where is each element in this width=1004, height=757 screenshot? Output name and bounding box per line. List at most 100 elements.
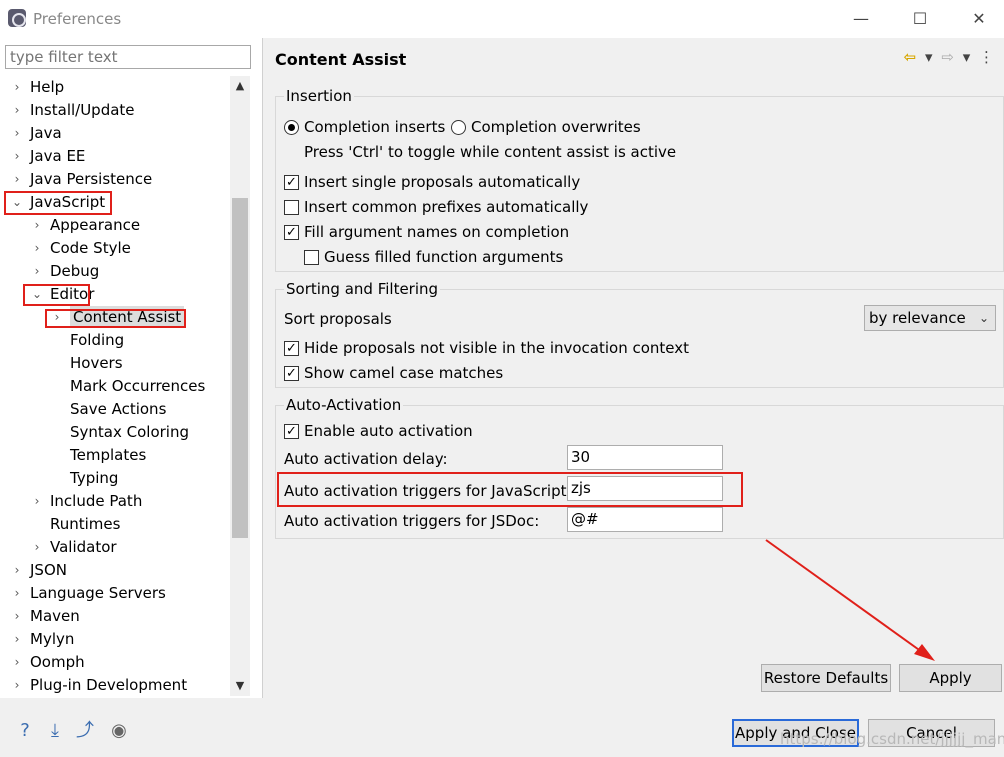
tree-item-mark-occurrences[interactable]: Mark Occurrences (0, 375, 230, 397)
chevron-right-icon[interactable]: › (10, 145, 24, 167)
window-title: Preferences (33, 10, 122, 28)
tree-item-hovers[interactable]: Hovers (0, 352, 230, 374)
checkbox-checked-icon[interactable] (284, 422, 299, 442)
tree-item-label: JSON (30, 561, 67, 579)
guess-args-checkbox[interactable]: Guess filled function arguments (304, 247, 563, 267)
tree-item-mylyn[interactable]: › Mylyn (0, 628, 230, 650)
scroll-down-icon[interactable]: ▼ (230, 676, 250, 696)
chevron-right-icon[interactable]: › (10, 122, 24, 144)
sort-proposals-value: by relevance (869, 309, 966, 327)
chevron-right-icon[interactable]: › (10, 559, 24, 581)
insert-common-checkbox[interactable]: Insert common prefixes automatically (284, 197, 588, 217)
chevron-right-icon[interactable]: › (10, 168, 24, 190)
completion-overwrites-label: Completion overwrites (471, 118, 641, 136)
insert-common-label: Insert common prefixes automatically (304, 198, 589, 216)
completion-inserts-radio[interactable]: Completion inserts (284, 117, 445, 137)
title-bar: Preferences — ☐ ✕ (0, 0, 1004, 38)
checkbox-unchecked-icon[interactable] (284, 200, 299, 215)
back-arrow-icon[interactable]: ⇦ (904, 48, 917, 66)
help-icon[interactable]: ? (14, 720, 36, 742)
scrollbar-thumb[interactable] (232, 198, 248, 538)
tree-item-folding[interactable]: Folding (0, 329, 230, 351)
chevron-right-icon[interactable]: › (10, 99, 24, 121)
delay-label: Auto activation delay: (284, 450, 448, 468)
tree-item-help[interactable]: › Help (0, 76, 230, 98)
jsdoc-triggers-field[interactable]: @# (567, 507, 723, 532)
tree-item-typing[interactable]: Typing (0, 467, 230, 489)
checkbox-unchecked-icon[interactable] (304, 250, 319, 265)
fill-args-label: Fill argument names on completion (304, 223, 570, 241)
chevron-right-icon[interactable]: › (30, 237, 44, 259)
chevron-right-icon[interactable]: › (10, 651, 24, 673)
more-options-icon[interactable]: ⋮ (979, 48, 994, 66)
chevron-right-icon[interactable]: › (10, 605, 24, 627)
chevron-right-icon[interactable]: › (30, 260, 44, 282)
tree-item-code-style[interactable]: › Code Style (0, 237, 230, 259)
chevron-right-icon[interactable]: › (30, 490, 44, 512)
record-icon[interactable]: ◉ (108, 720, 130, 742)
insert-single-checkbox[interactable]: Insert single proposals automatically (284, 172, 580, 193)
export-icon[interactable]: ⤴ (74, 720, 96, 742)
delay-field[interactable]: 30 (567, 445, 723, 470)
tree-item-debug[interactable]: › Debug (0, 260, 230, 282)
tree-item-runtimes[interactable]: Runtimes (0, 513, 230, 535)
tree-item-json[interactable]: › JSON (0, 559, 230, 581)
tree-item-include-path[interactable]: › Include Path (0, 490, 230, 512)
maximize-button[interactable]: ☐ (897, 5, 943, 33)
chevron-right-icon[interactable]: › (10, 76, 24, 98)
radio-unselected-icon[interactable] (451, 120, 466, 135)
tree-item-plug-in-development[interactable]: › Plug-in Development (0, 674, 230, 696)
hide-not-visible-label: Hide proposals not visible in the invoca… (304, 339, 690, 357)
apply-button[interactable]: Apply (899, 664, 1002, 692)
tree-scrollbar[interactable]: ▲ ▼ (230, 76, 250, 696)
tree-item-syntax-coloring[interactable]: Syntax Coloring (0, 421, 230, 443)
camel-case-checkbox[interactable]: Show camel case matches (284, 363, 503, 384)
chevron-down-icon: ⌄ (978, 311, 989, 325)
checkbox-checked-icon[interactable] (284, 173, 299, 193)
chevron-right-icon[interactable]: › (10, 582, 24, 604)
forward-arrow-icon[interactable]: ⇨ (941, 48, 954, 66)
forward-menu-icon[interactable]: ▾ (963, 48, 971, 66)
tree-item-java-ee[interactable]: › Java EE (0, 145, 230, 167)
tree-item-oomph[interactable]: › Oomph (0, 651, 230, 673)
fill-args-checkbox[interactable]: Fill argument names on completion (284, 222, 570, 243)
tree-item-language-servers[interactable]: › Language Servers (0, 582, 230, 604)
restore-defaults-button[interactable]: Restore Defaults (761, 664, 891, 692)
pane-divider[interactable] (262, 38, 263, 698)
back-menu-icon[interactable]: ▾ (925, 48, 933, 66)
tree-item-java-persistence[interactable]: › Java Persistence (0, 168, 230, 190)
chevron-right-icon[interactable]: › (10, 674, 24, 696)
completion-overwrites-radio[interactable]: Completion overwrites (451, 117, 641, 137)
close-button[interactable]: ✕ (956, 5, 1002, 33)
tree-item-label: Code Style (50, 239, 131, 257)
tree-item-maven[interactable]: › Maven (0, 605, 230, 627)
checkbox-checked-icon[interactable] (284, 339, 299, 359)
sort-proposals-select[interactable]: by relevance ⌄ (864, 305, 996, 331)
tree-item-java[interactable]: › Java (0, 122, 230, 144)
tree-item-label: Oomph (30, 653, 85, 671)
tree-item-label: Appearance (50, 216, 141, 234)
tree-item-appearance[interactable]: › Appearance (0, 214, 230, 236)
scroll-up-icon[interactable]: ▲ (230, 76, 250, 96)
tree-item-label: Syntax Coloring (70, 423, 189, 441)
minimize-button[interactable]: — (838, 5, 884, 33)
chevron-right-icon[interactable]: › (10, 628, 24, 650)
tree-item-validator[interactable]: › Validator (0, 536, 230, 558)
tree-item-save-actions[interactable]: Save Actions (0, 398, 230, 420)
hide-not-visible-checkbox[interactable]: Hide proposals not visible in the invoca… (284, 338, 690, 359)
filter-input[interactable] (5, 45, 251, 69)
checkbox-checked-icon[interactable] (284, 364, 299, 384)
tree-item-templates[interactable]: Templates (0, 444, 230, 466)
tree-item-label: Mark Occurrences (70, 377, 206, 395)
chevron-right-icon[interactable]: › (30, 214, 44, 236)
chevron-right-icon[interactable]: › (30, 536, 44, 558)
tree-item-install-update[interactable]: › Install/Update (0, 99, 230, 121)
import-icon[interactable]: ⤓ (44, 720, 66, 742)
checkbox-checked-icon[interactable] (284, 223, 299, 243)
enable-auto-checkbox[interactable]: Enable auto activation (284, 421, 473, 442)
radio-selected-icon[interactable] (284, 120, 299, 135)
